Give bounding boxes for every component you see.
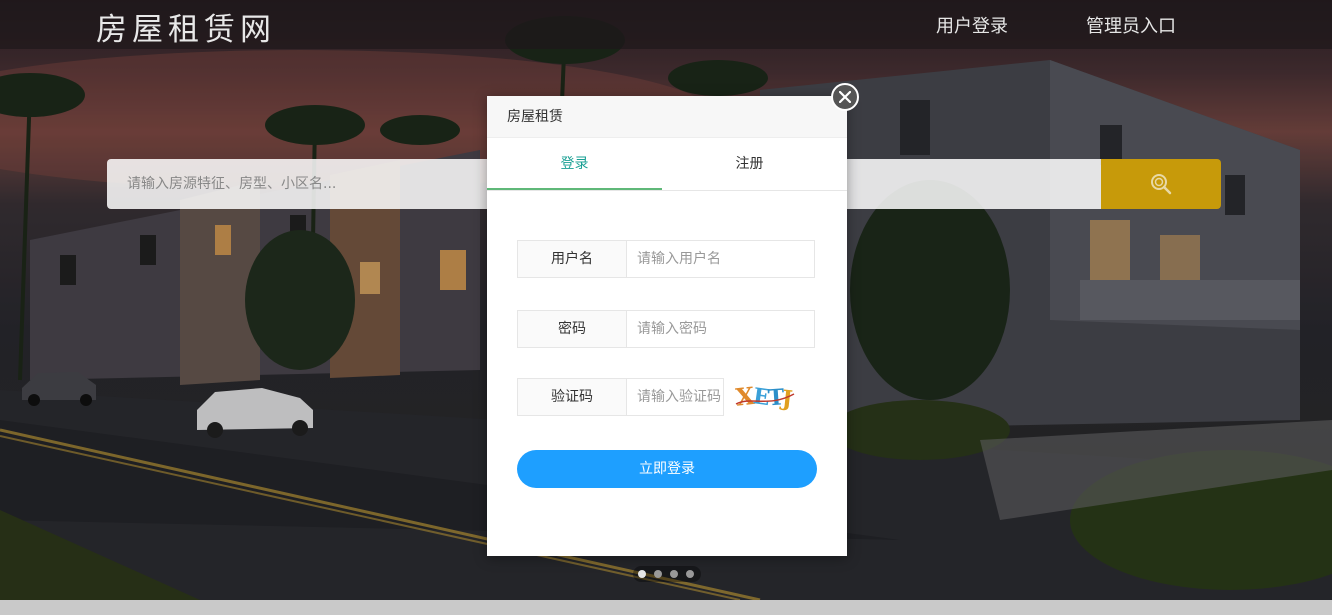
site-logo[interactable]: 房屋租赁网 <box>96 4 276 49</box>
login-submit-button[interactable]: 立即登录 <box>517 450 817 488</box>
tab-register[interactable]: 注册 <box>662 138 837 190</box>
password-label: 密码 <box>518 311 627 347</box>
username-input[interactable] <box>627 241 814 277</box>
carousel-dot[interactable] <box>654 570 662 578</box>
username-field: 用户名 <box>517 240 815 278</box>
dialog-title: 房屋租赁 <box>487 96 847 138</box>
close-icon <box>839 91 851 103</box>
login-dialog: 房屋租赁 登录 注册 用户名 密码 验证码 X E T J 立即登录 <box>487 96 847 556</box>
user-login-link[interactable]: 用户登录 <box>936 12 1008 38</box>
captcha-image[interactable]: X E T J <box>734 378 798 414</box>
dialog-tabs: 登录 注册 <box>487 138 847 191</box>
top-header: 房屋租赁网 用户登录 管理员入口 <box>0 0 1332 49</box>
carousel-indicator <box>633 566 701 582</box>
carousel-dot[interactable] <box>638 570 646 578</box>
password-input[interactable] <box>627 311 814 347</box>
carousel-dot[interactable] <box>670 570 678 578</box>
page-footer-strip <box>0 600 1332 615</box>
close-dialog-button[interactable] <box>831 83 859 111</box>
search-button[interactable] <box>1101 159 1221 209</box>
carousel-dot[interactable] <box>686 570 694 578</box>
username-label: 用户名 <box>518 241 627 277</box>
captcha-input[interactable] <box>627 379 723 415</box>
admin-entry-link[interactable]: 管理员入口 <box>1086 12 1176 38</box>
captcha-label: 验证码 <box>518 379 627 415</box>
tab-login[interactable]: 登录 <box>487 138 662 190</box>
search-icon <box>1151 174 1172 195</box>
password-field: 密码 <box>517 310 815 348</box>
captcha-field: 验证码 <box>517 378 724 416</box>
